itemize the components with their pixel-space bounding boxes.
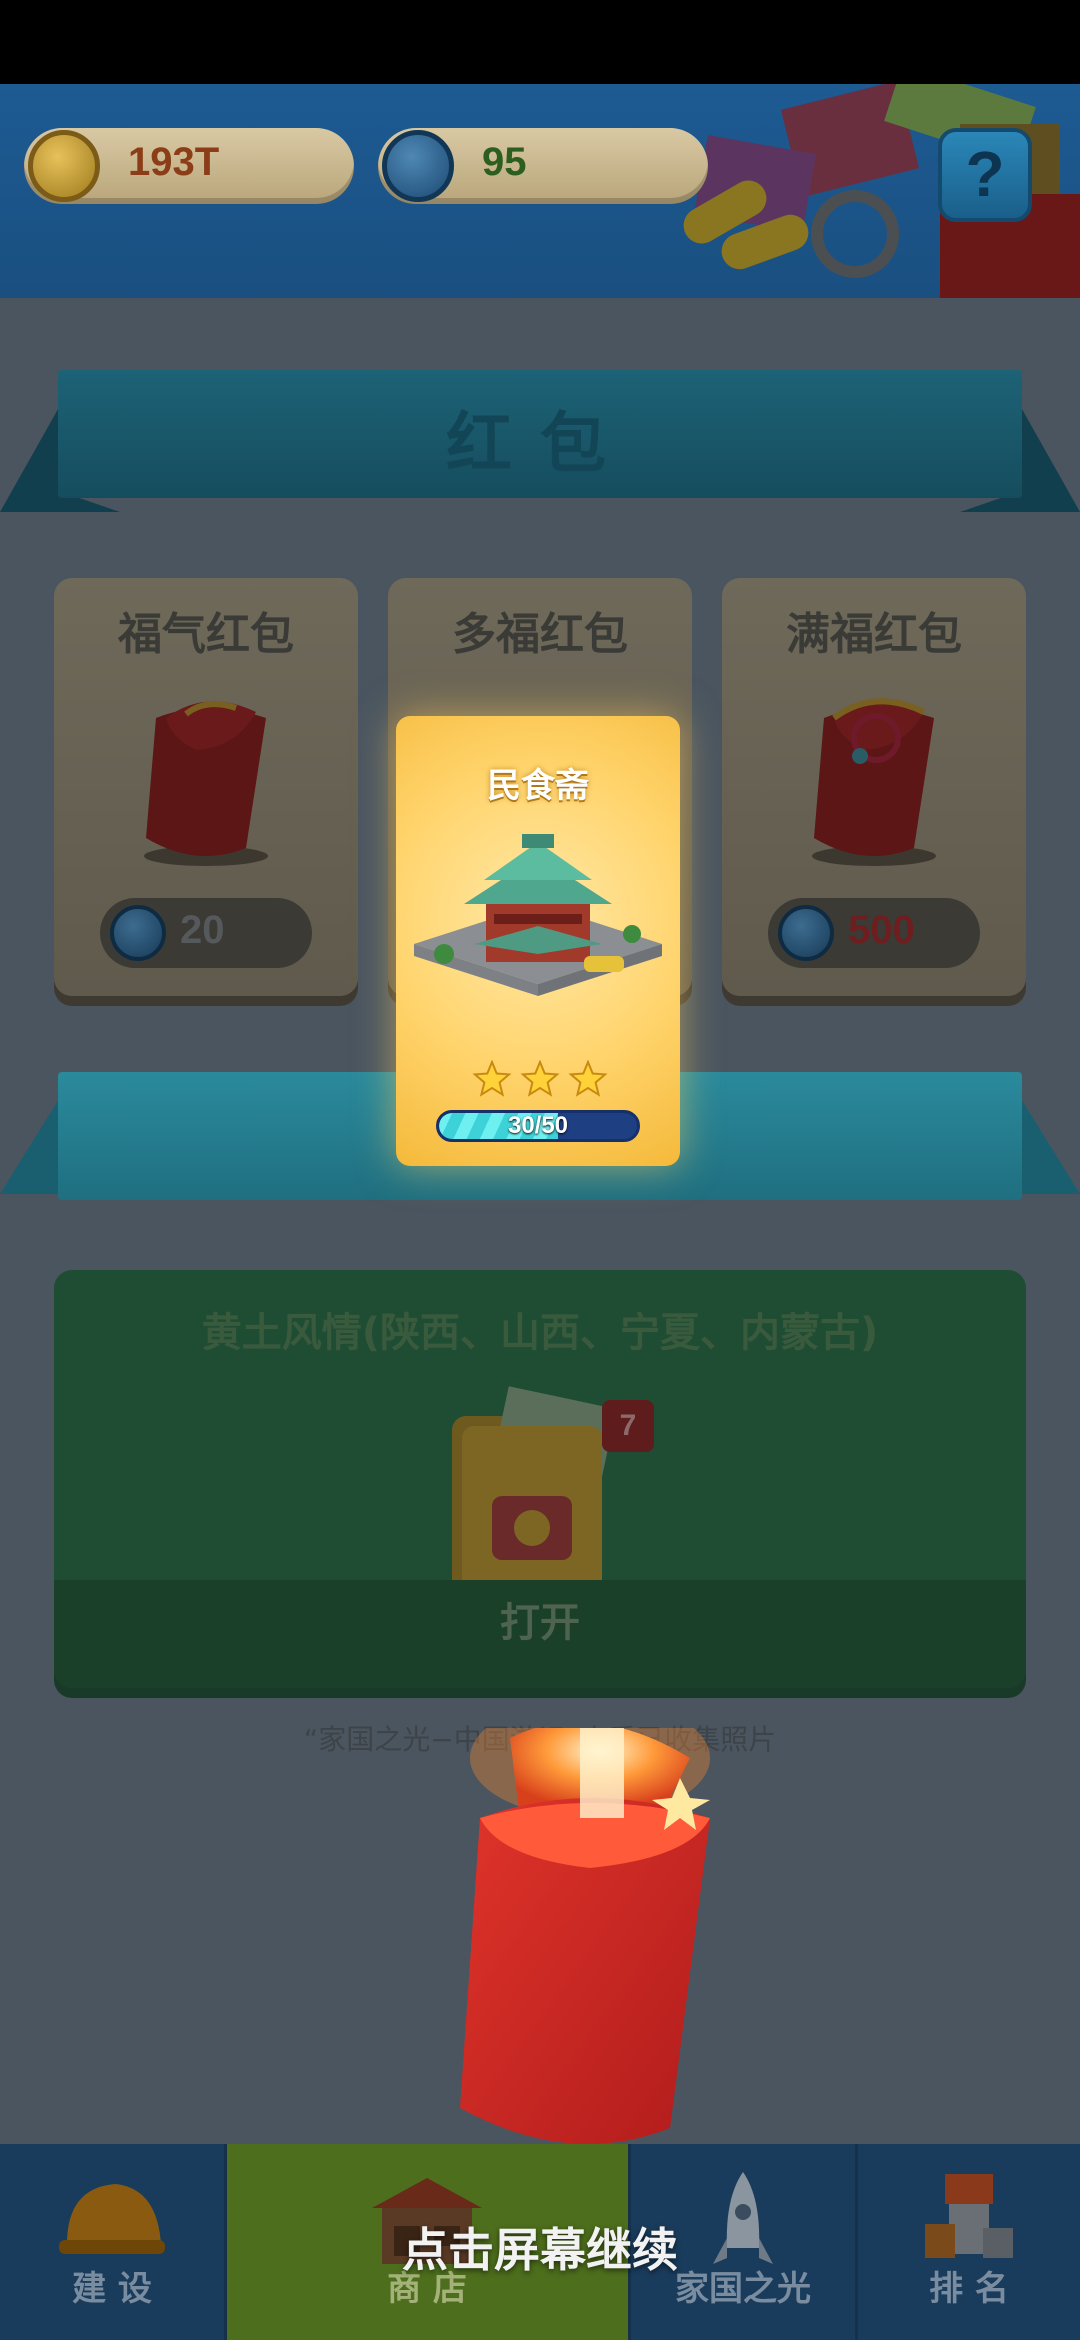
packet-name: 满福红包	[786, 609, 962, 660]
star-icon	[568, 1060, 608, 1097]
rating-stars	[472, 1060, 608, 1097]
packet-price[interactable]: 500	[768, 898, 980, 968]
red-packet-ribbon: 红包	[0, 362, 1080, 522]
top-header: 193T 95	[0, 84, 1080, 298]
packet-card-manfu[interactable]: 满福红包 500	[722, 578, 1026, 996]
new-photos-badge: 7	[602, 1400, 654, 1452]
status-bar	[0, 0, 1080, 84]
packet-price-amount: 500	[848, 908, 915, 952]
coin-counter[interactable]: 193T	[24, 128, 354, 204]
tap-to-continue-prompt[interactable]: 点击屏幕继续	[0, 2214, 1080, 2280]
collection-progress-bar: 30/50	[436, 1110, 640, 1142]
red-envelope-icon	[812, 698, 936, 866]
packet-name: 福气红包	[118, 609, 294, 660]
coin-icon	[28, 130, 100, 202]
packet-price-amount: 20	[180, 908, 225, 952]
coin-amount: 193T	[128, 140, 220, 184]
star-gem-icon	[382, 130, 454, 202]
star-icon	[520, 1060, 560, 1097]
packet-name: 多福红包	[452, 609, 628, 660]
packet-price[interactable]: 20	[100, 898, 312, 968]
gem-amount: 95	[482, 140, 527, 184]
star-icon	[472, 1060, 512, 1097]
gem-counter[interactable]: 95	[378, 128, 708, 204]
building-name: 民食斋	[487, 766, 589, 806]
packet-card-fuqi[interactable]: 福气红包 20	[54, 578, 358, 996]
star-gem-icon	[110, 905, 166, 961]
red-packet-title: 红包	[446, 405, 634, 482]
album-open-button[interactable]: 打开	[54, 1590, 1026, 1648]
opened-red-envelope-icon	[460, 1728, 710, 2144]
building-icon	[414, 834, 662, 996]
red-envelope-icon	[144, 701, 268, 866]
building-reward-card[interactable]: 民食斋 30/50	[396, 716, 680, 1166]
help-button[interactable]: ?	[938, 128, 1032, 222]
album-title: 黄土风情(陕西、山西、宁夏、内蒙古)	[201, 1310, 879, 1356]
photo-album-panel[interactable]: 黄土风情(陕西、山西、宁夏、内蒙古) 打开	[54, 1270, 1026, 1688]
star-gem-icon	[778, 905, 834, 961]
collection-progress-text: 30/50	[507, 1112, 569, 1139]
